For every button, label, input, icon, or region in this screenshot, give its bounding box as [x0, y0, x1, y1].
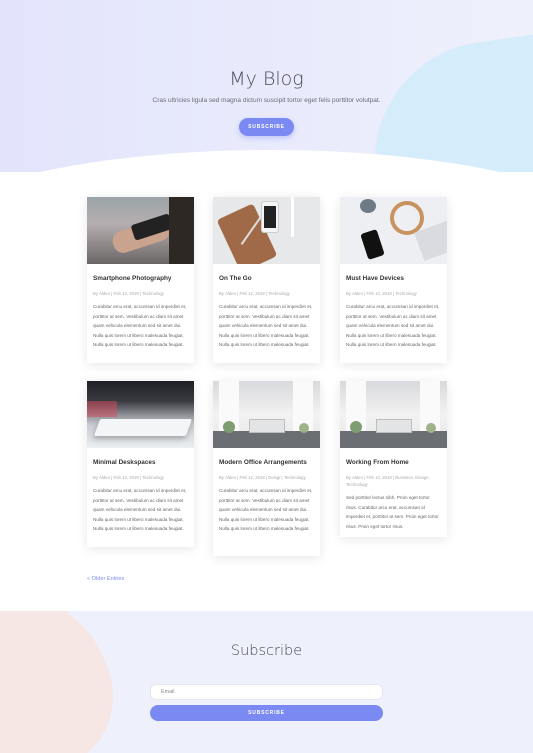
post-title[interactable]: Smartphone Photography — [93, 275, 188, 282]
post-excerpt: Curabitur arcu erat, accumsan id imperdi… — [93, 488, 187, 532]
post-thumbnail[interactable] — [213, 197, 320, 264]
post-title[interactable]: Minimal Deskspaces — [93, 459, 188, 466]
blog-card[interactable]: Minimal Deskspaces By Alden | Feb 12, 20… — [87, 381, 194, 547]
post-meta: By Alden | Feb 12, 2018 | Design, Techno… — [219, 475, 306, 480]
post-thumbnail[interactable] — [87, 381, 194, 448]
subscribe-button[interactable]: SUBSCRIBE — [150, 705, 383, 721]
post-title[interactable]: Modern Office Arrangements — [219, 459, 314, 466]
post-title[interactable]: On The Go — [219, 275, 314, 282]
post-title[interactable]: Working From Home — [346, 459, 441, 466]
post-meta: By Alden | Feb 12, 2018 | Business, Desi… — [346, 475, 430, 487]
page-title: My Blog — [229, 68, 304, 90]
blog-card[interactable]: Must Have Devices By Alden | Feb 12, 201… — [340, 197, 447, 363]
post-thumbnail[interactable] — [213, 381, 320, 448]
hero-subtitle: Cras ultricies ligula sed magna dictum s… — [152, 97, 381, 104]
post-meta: By Alden | Feb 12, 2018 | Technology — [93, 291, 164, 296]
subscribe-decoration — [0, 611, 125, 753]
post-excerpt: Sed porttitor lectus nibh. Proin eget to… — [346, 495, 439, 529]
post-excerpt: Curabitur arcu erat, accumsan id imperdi… — [219, 488, 313, 532]
post-thumbnail[interactable] — [87, 197, 194, 264]
post-meta: By Alden | Feb 12, 2018 | Technology — [346, 291, 417, 296]
subscribe-title: Subscribe — [230, 643, 303, 659]
post-excerpt: Curabitur arcu erat, accumsan id imperdi… — [346, 304, 440, 348]
blog-card[interactable]: Modern Office Arrangements By Alden | Fe… — [213, 381, 320, 556]
blog-card[interactable]: Smartphone Photography By Alden | Feb 12… — [87, 197, 194, 363]
post-thumbnail[interactable] — [340, 381, 447, 448]
post-excerpt: Curabitur arcu erat, accumsan id imperdi… — [219, 304, 313, 348]
blog-card[interactable]: Working From Home By Alden | Feb 12, 201… — [340, 381, 447, 537]
email-field[interactable]: Email — [150, 684, 383, 700]
post-excerpt: Curabitur arcu erat, accumsan id imperdi… — [93, 304, 187, 348]
hero-subscribe-button[interactable]: SUBSCRIBE — [239, 118, 294, 136]
post-thumbnail[interactable] — [340, 197, 447, 264]
post-meta: By Alden | Feb 12, 2018 | Technology — [219, 291, 290, 296]
post-title[interactable]: Must Have Devices — [346, 275, 441, 282]
blog-card[interactable]: On The Go By Alden | Feb 12, 2018 | Tech… — [213, 197, 320, 363]
subscribe-section: Subscribe Email SUBSCRIBE — [0, 611, 533, 753]
older-entries-link[interactable]: « Older Entries — [87, 576, 124, 582]
post-meta: By Alden | Feb 12, 2018 | Technology — [93, 475, 164, 480]
